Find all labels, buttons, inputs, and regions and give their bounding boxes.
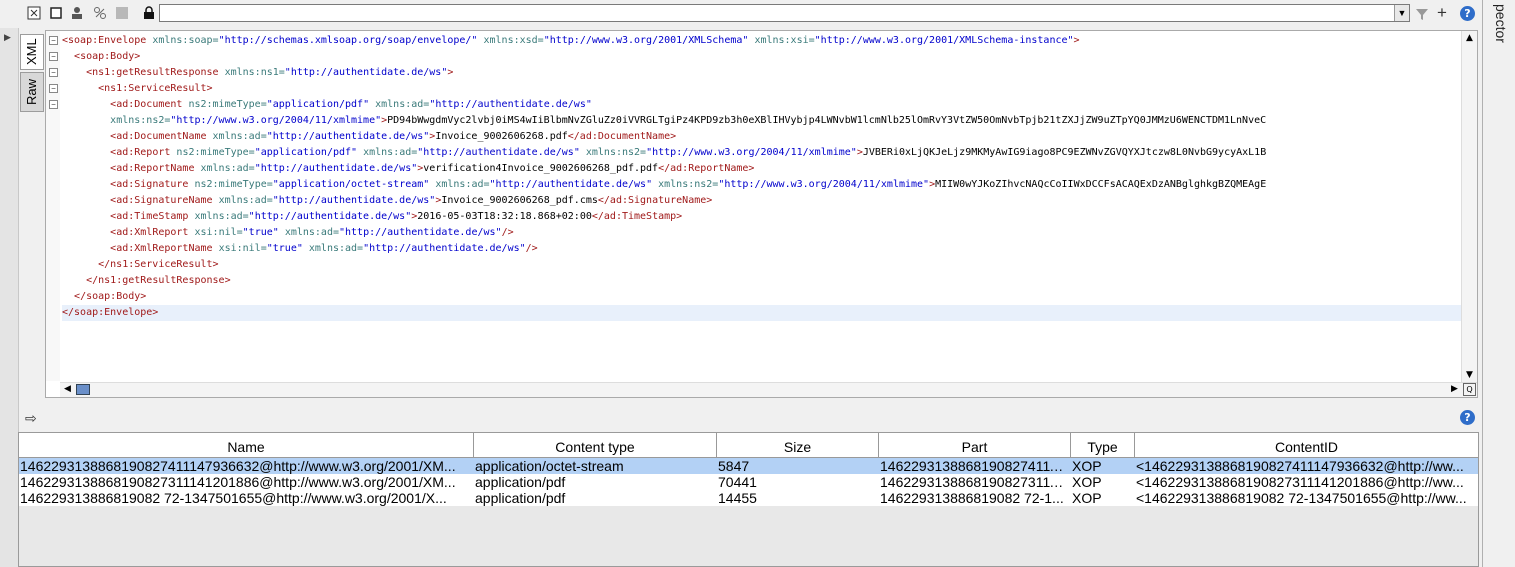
toolbar: ▼ + ? — [0, 0, 1482, 28]
gray-square-icon[interactable] — [115, 6, 129, 20]
horizontal-scrollbar[interactable]: ◀ ▶ Q — [60, 382, 1477, 397]
xml-editor[interactable]: − − − − − <soap:Envelope xmlns:soap="htt… — [45, 30, 1478, 398]
plus-icon[interactable]: + — [1437, 3, 1447, 23]
vertical-scrollbar[interactable]: ▲ ▼ — [1461, 31, 1477, 383]
scroll-up-icon[interactable]: ▲ — [1463, 32, 1476, 45]
chevron-icon[interactable]: ▶ — [4, 32, 11, 43]
search-icon[interactable]: Q — [1463, 383, 1476, 396]
help-icon[interactable]: ? — [1460, 6, 1475, 21]
code-line: <ns1:getResultResponse xmlns:ns1="http:/… — [86, 67, 454, 78]
fold-toggle[interactable]: − — [49, 68, 58, 77]
code-line: </ns1:getResultResponse> — [86, 275, 231, 286]
attachments-table: Name Content type Size Part Type Content… — [18, 432, 1479, 567]
table-row[interactable]: 1462293138868190827411147936632@http://w… — [19, 458, 1478, 474]
fold-gutter: − − − − − — [46, 31, 60, 381]
cell-name: 146229313886819082 72-1347501655@http://… — [20, 490, 447, 506]
cell-size: 14455 — [718, 490, 757, 506]
code-line: <soap:Envelope xmlns:soap="http://schema… — [62, 35, 1080, 46]
table-row[interactable]: 146229313886819082 72-1347501655@http://… — [19, 490, 1478, 506]
code-line: <ad:Report ns2:mimeType="application/pdf… — [110, 147, 1267, 158]
column-header[interactable]: Part — [879, 433, 1071, 457]
scroll-down-icon[interactable]: ▼ — [1463, 369, 1476, 382]
cell-content-type: application/octet-stream — [475, 458, 624, 474]
checkbox-icon[interactable] — [49, 6, 63, 20]
cell-type: XOP — [1072, 458, 1102, 474]
tools-icon[interactable] — [93, 6, 107, 20]
code-line: <ad:SignatureName xmlns:ad="http://authe… — [110, 195, 713, 206]
cell-part: 146229313886819082741114... — [880, 458, 1071, 474]
person-icon[interactable] — [70, 6, 84, 20]
cell-name: 1462293138868190827411147936632@http://w… — [20, 458, 456, 474]
code-line: <soap:Body> — [74, 51, 141, 62]
code-line: xmlns:ns2="http://www.w3.org/2004/11/xml… — [110, 115, 1267, 126]
cell-part: 146229313886819082731114... — [880, 474, 1071, 490]
column-header[interactable]: Content type — [474, 433, 717, 457]
tab-xml[interactable]: XML — [20, 34, 44, 70]
cell-content-type: application/pdf — [475, 474, 566, 490]
code-line: </soap:Envelope> — [62, 305, 1461, 321]
code-line: <ad:ReportName xmlns:ad="http://authenti… — [110, 163, 755, 174]
column-header[interactable]: ContentID — [1135, 433, 1478, 457]
scroll-thumb[interactable] — [76, 384, 90, 395]
cell-content-id: <1462293138868190827311141201886@http://… — [1136, 474, 1464, 490]
left-strip: ▶ — [0, 28, 19, 567]
code-line: <ad:Signature ns2:mimeType="application/… — [110, 179, 1267, 190]
table-row[interactable]: 1462293138868190827311141201886@http://w… — [19, 474, 1478, 490]
scroll-left-icon[interactable]: ◀ — [61, 383, 74, 396]
code-line: </soap:Body> — [74, 291, 147, 302]
fold-toggle[interactable]: − — [49, 100, 58, 109]
tab-raw[interactable]: Raw — [20, 72, 44, 112]
inspector-title[interactable]: pector — [1493, 4, 1509, 43]
code-line: <ns1:ServiceResult> — [98, 83, 213, 94]
cell-content-type: application/pdf — [475, 490, 566, 506]
dropdown-icon[interactable]: ▼ — [1394, 5, 1409, 21]
scroll-right-icon[interactable]: ▶ — [1448, 383, 1461, 396]
cell-type: XOP — [1072, 490, 1102, 506]
fold-toggle[interactable]: − — [49, 52, 58, 61]
xml-code[interactable]: <soap:Envelope xmlns:soap="http://schema… — [62, 33, 1461, 381]
collapse-icon[interactable] — [27, 6, 41, 20]
code-line: <ad:XmlReportName xsi:nil="true" xmlns:a… — [110, 243, 538, 254]
fold-toggle[interactable]: − — [49, 36, 58, 45]
code-line: <ad:XmlReport xsi:nil="true" xmlns:ad="h… — [110, 227, 514, 238]
column-header[interactable]: Size — [717, 433, 879, 457]
cell-size: 5847 — [718, 458, 750, 474]
inspector-panel: pector — [1482, 0, 1515, 567]
column-header[interactable]: Type — [1071, 433, 1135, 457]
code-line: </ns1:ServiceResult> — [98, 259, 219, 270]
cell-name: 1462293138868190827311141201886@http://w… — [20, 474, 456, 490]
help-icon[interactable]: ? — [1460, 410, 1475, 425]
xpath-input[interactable]: ▼ — [159, 4, 1410, 22]
table-header: Name Content type Size Part Type Content… — [19, 433, 1478, 458]
cell-content-id: <1462293138868190827411147936632@http://… — [1136, 458, 1464, 474]
cell-content-id: <146229313886819082 72-1347501655@http:/… — [1136, 490, 1467, 506]
cell-type: XOP — [1072, 474, 1102, 490]
code-line: <ad:TimeStamp xmlns:ad="http://authentid… — [110, 211, 683, 222]
lock-icon[interactable] — [142, 6, 156, 20]
filter-icon[interactable] — [1415, 7, 1429, 21]
export-icon[interactable]: ⇨ — [25, 410, 37, 427]
fold-toggle[interactable]: − — [49, 84, 58, 93]
code-line: <ad:Document ns2:mimeType="application/p… — [110, 99, 592, 110]
code-line: <ad:DocumentName xmlns:ad="http://authen… — [110, 131, 677, 142]
cell-part: 146229313886819082 72-1... — [880, 490, 1064, 506]
cell-size: 70441 — [718, 474, 757, 490]
column-header[interactable]: Name — [19, 433, 474, 457]
